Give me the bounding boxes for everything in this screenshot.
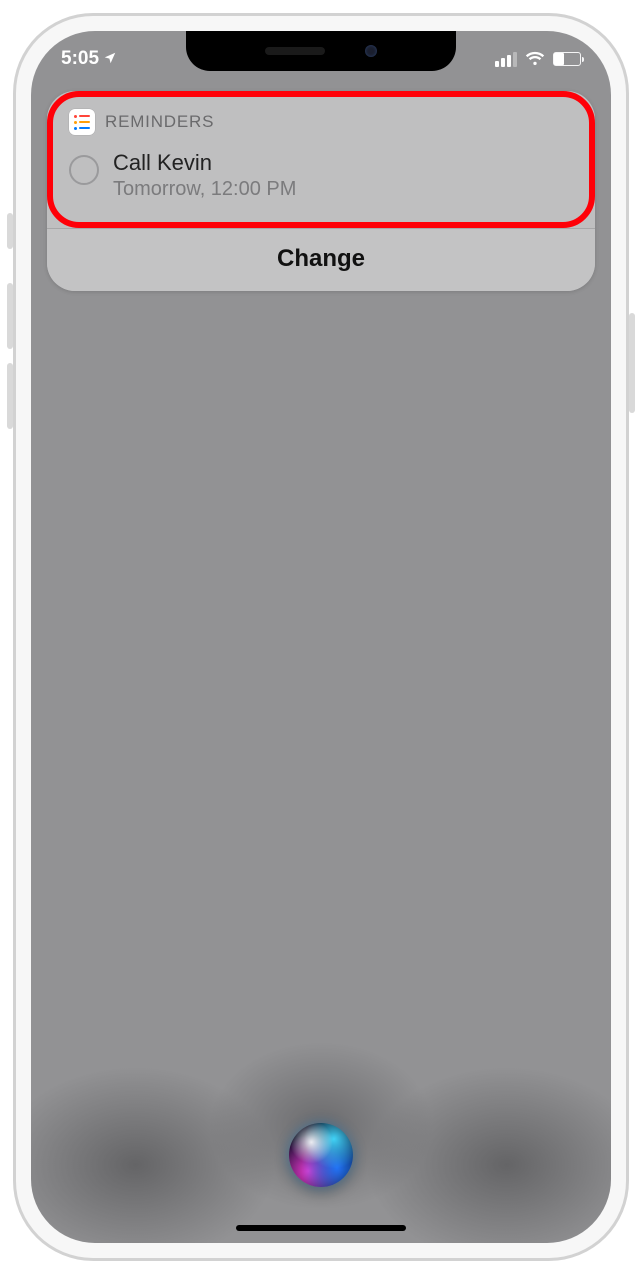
reminders-app-icon	[69, 109, 95, 135]
siri-background-glow	[31, 983, 611, 1243]
annotation-highlight: REMINDERS Call Kevin Tomorrow, 12:00 PM	[47, 91, 595, 228]
home-indicator[interactable]	[236, 1225, 406, 1231]
card-app-name: REMINDERS	[105, 112, 214, 132]
volume-up-button[interactable]	[7, 283, 13, 349]
reminder-subtitle: Tomorrow, 12:00 PM	[113, 177, 296, 202]
screen: 5:05	[31, 31, 611, 1243]
notch	[186, 31, 456, 71]
location-services-icon	[103, 51, 117, 68]
power-button[interactable]	[629, 313, 635, 413]
cellular-signal-icon	[495, 52, 517, 67]
wifi-icon	[525, 50, 545, 69]
card-header: REMINDERS	[53, 97, 589, 143]
mute-switch[interactable]	[7, 213, 13, 249]
volume-down-button[interactable]	[7, 363, 13, 429]
status-time: 5:05	[61, 48, 99, 70]
front-camera	[365, 45, 377, 57]
reminder-checkbox[interactable]	[69, 155, 99, 185]
reminder-title: Call Kevin	[113, 149, 296, 177]
earpiece-speaker	[265, 47, 325, 55]
change-button[interactable]: Change	[47, 229, 595, 291]
siri-orb[interactable]	[289, 1123, 353, 1187]
siri-orb-container	[283, 1117, 359, 1193]
siri-reminder-card: REMINDERS Call Kevin Tomorrow, 12:00 PM …	[47, 91, 595, 291]
battery-icon	[553, 52, 581, 66]
reminder-item[interactable]: Call Kevin Tomorrow, 12:00 PM	[53, 143, 589, 218]
iphone-frame: 5:05	[13, 13, 629, 1261]
